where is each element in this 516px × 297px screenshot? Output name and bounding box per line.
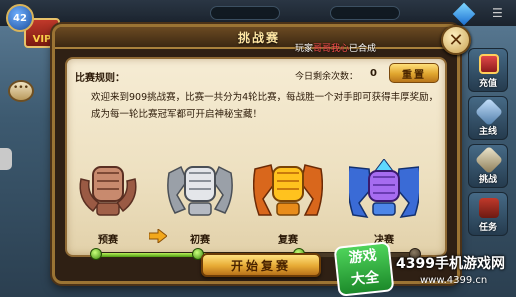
sword-icon xyxy=(474,145,504,175)
side-menu-label: 充值 xyxy=(478,79,497,89)
watermark-site-name: 4399手机游戏网 xyxy=(396,256,505,272)
challenge-dialog: 挑战赛 玩家哥哥我心已合成 ✕ 比赛规则： 今日剩余次数： 0 重置 欢迎来到9… xyxy=(52,24,471,284)
side-menu-label: 任务 xyxy=(478,223,497,233)
vip-label: VIP xyxy=(32,34,52,45)
reset-button[interactable]: 重置 xyxy=(389,63,439,83)
player-level-badge[interactable]: 42 xyxy=(6,4,34,32)
side-menu-item-recharge[interactable]: 充值 xyxy=(468,48,508,92)
rules-line: 欢迎来到909挑战赛，比赛一共分为4轮比赛，每战胜一个对手即可获得丰厚奖励， xyxy=(91,92,439,103)
rules-panel: 比赛规则： 今日剩余次数： 0 重置 欢迎来到909挑战赛，比赛一共分为4轮比赛… xyxy=(65,57,447,260)
notice-player-name: 哥哥我心 xyxy=(313,44,350,54)
resource-bar xyxy=(210,6,280,20)
broadcast-notice: 玩家哥哥我心已合成 xyxy=(295,41,376,54)
resource-bar xyxy=(330,6,400,20)
side-menu-label: 主线 xyxy=(478,127,497,137)
notice-suffix: 已合成 xyxy=(349,44,377,54)
dialog-titlebar: 挑战赛 xyxy=(55,27,457,49)
close-icon: ✕ xyxy=(448,29,464,51)
next-stage-arrow-icon xyxy=(149,229,167,243)
side-menu-label: 挑战 xyxy=(478,175,497,185)
remaining-chances-value: 0 xyxy=(370,68,377,79)
watermark-logo: 游戏 大全 xyxy=(333,241,395,297)
start-round-button[interactable]: 开始复赛 xyxy=(201,253,321,277)
task-icon xyxy=(479,198,499,218)
watermark-logo-line: 大全 xyxy=(350,269,380,289)
menu-icon[interactable]: ☰ xyxy=(492,6,503,20)
progress-node xyxy=(90,248,102,260)
top-hud-bar: ☰ xyxy=(0,0,516,26)
side-menu-item-tasks[interactable]: 任务 xyxy=(468,192,508,236)
final-medal-icon[interactable] xyxy=(346,158,422,223)
right-side-menu: 充值 主线 挑战 任务 xyxy=(468,48,514,240)
rules-title: 比赛规则： xyxy=(75,73,125,84)
preliminary-medal-icon[interactable] xyxy=(73,159,143,223)
notice-prefix: 玩家 xyxy=(295,44,314,54)
stage-label-first-round: 初赛 xyxy=(190,235,210,246)
side-menu-item-mainline[interactable]: 主线 xyxy=(468,96,508,140)
remaining-chances-label: 今日剩余次数： xyxy=(295,72,359,82)
diamond-icon[interactable] xyxy=(452,2,476,26)
chat-bubble-icon[interactable] xyxy=(8,80,34,102)
gift-icon xyxy=(479,54,499,74)
stage-label-second-round: 复赛 xyxy=(278,235,298,246)
rules-description: 欢迎来到909挑战赛，比赛一共分为4轮比赛，每战胜一个对手即可获得丰厚奖励， 成… xyxy=(91,89,441,123)
watermark-url: www.4399.cn xyxy=(420,275,488,286)
player-level: 42 xyxy=(13,12,27,24)
rules-line: 成为每一轮比赛冠军都可开启神秘宝藏！ xyxy=(91,109,263,120)
side-menu-item-challenge[interactable]: 挑战 xyxy=(468,144,508,188)
stage-label-preliminary: 预赛 xyxy=(98,235,118,246)
expand-left-icon[interactable] xyxy=(0,148,12,170)
first-round-medal-icon[interactable] xyxy=(165,159,235,223)
blade-icon xyxy=(474,97,504,127)
second-round-medal-icon[interactable] xyxy=(252,159,324,223)
close-button[interactable]: ✕ xyxy=(441,25,471,55)
